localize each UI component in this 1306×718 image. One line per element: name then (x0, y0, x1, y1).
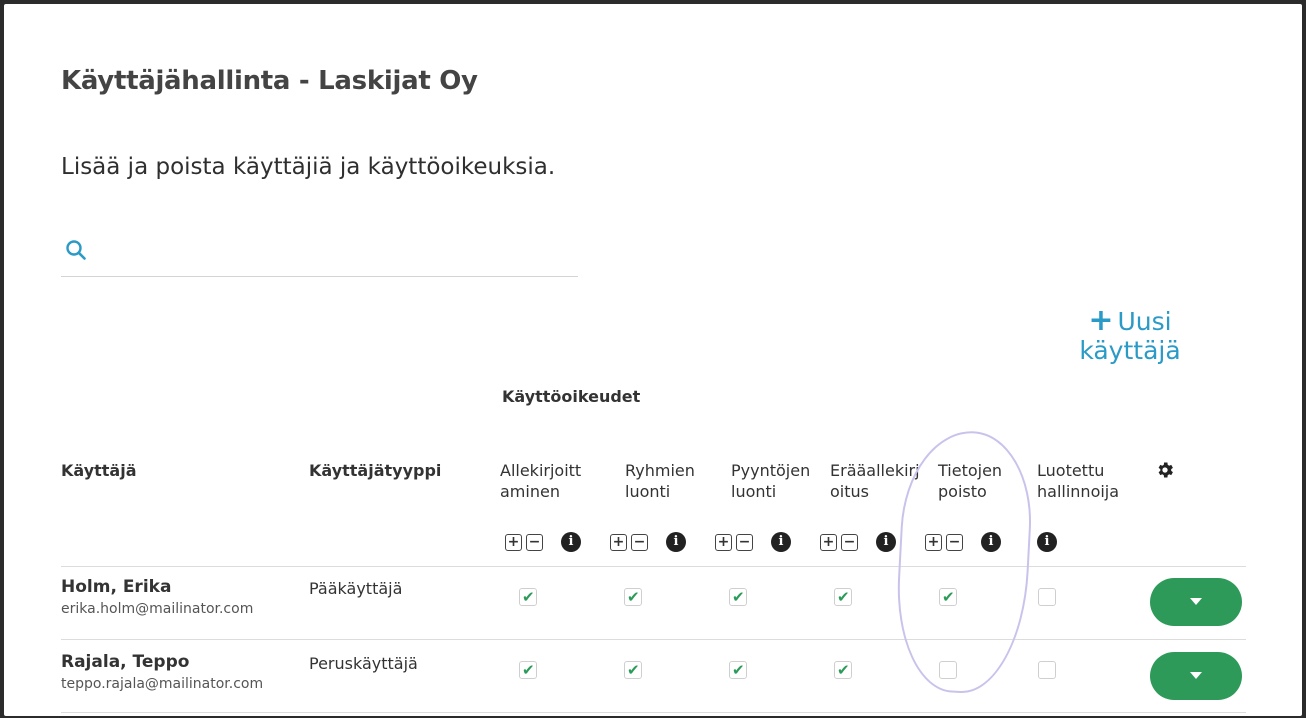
column-header-line: Pyyntöjen (731, 461, 811, 480)
remove-all-button[interactable]: − (841, 533, 858, 551)
column-header-line: poisto (938, 482, 987, 501)
add-all-button[interactable]: + (820, 533, 837, 551)
column-controls-signing: + − i (505, 532, 581, 552)
user-name: Holm, Erika (61, 577, 172, 597)
permission-checkbox[interactable]: ✔ (624, 661, 642, 679)
column-header-trusted-admin: Luotettu hallinnoija (1037, 460, 1119, 502)
checkmark-icon: ✔ (627, 588, 640, 606)
page-subtitle: Lisää ja poista käyttäjiä ja käyttöoikeu… (61, 154, 556, 180)
new-user-label-line1: Uusi (1117, 307, 1172, 336)
search-icon (66, 240, 86, 260)
checkmark-icon: ✔ (732, 588, 745, 606)
remove-all-button[interactable]: − (736, 533, 753, 551)
checkmark-icon: ✔ (732, 661, 745, 679)
info-icon[interactable]: i (666, 532, 686, 552)
add-all-button[interactable]: + (610, 533, 627, 551)
column-header-request-creation: Pyyntöjen luonti (731, 460, 810, 502)
remove-all-button[interactable]: − (631, 533, 648, 551)
caret-down-icon (1190, 672, 1202, 679)
info-icon[interactable]: i (981, 532, 1001, 552)
user-type: Peruskäyttäjä (309, 654, 418, 673)
info-icon[interactable]: i (771, 532, 791, 552)
add-all-button[interactable]: + (925, 533, 942, 551)
checkmark-icon: ✔ (522, 661, 535, 679)
column-header-line: luonti (731, 482, 777, 501)
user-email: erika.holm@mailinator.com (61, 601, 254, 617)
permission-checkbox[interactable]: ✔ (729, 588, 747, 606)
remove-all-button[interactable]: − (946, 533, 963, 551)
permission-checkbox[interactable]: ✔ (519, 661, 537, 679)
row-divider (61, 639, 1246, 640)
add-all-button[interactable]: + (715, 533, 732, 551)
user-name: Rajala, Teppo (61, 652, 190, 672)
user-actions-dropdown-button[interactable] (1150, 652, 1242, 700)
info-icon[interactable]: i (561, 532, 581, 552)
column-header-data-deletion: Tietojen poisto (938, 460, 1002, 502)
column-header-line: oitus (830, 482, 869, 501)
checkmark-icon: ✔ (837, 661, 850, 679)
permission-checkbox[interactable]: ✔ (834, 661, 852, 679)
search-input[interactable] (97, 235, 567, 269)
column-header-line: Luotettu (1037, 461, 1105, 480)
user-management-panel: Käyttäjähallinta - Laskijat Oy Lisää ja … (4, 4, 1302, 716)
checkmark-icon: ✔ (522, 588, 535, 606)
new-user-label-line2: käyttäjä (1079, 336, 1181, 365)
column-controls-batch-signing: + − i (820, 532, 896, 552)
user-type: Pääkäyttäjä (309, 579, 403, 598)
column-header-user-type: Käyttäjätyyppi (309, 461, 442, 480)
column-controls-data-deletion: + − i (925, 532, 1001, 552)
checkmark-icon: ✔ (837, 588, 850, 606)
column-header-group-creation: Ryhmien luonti (625, 460, 695, 502)
column-header-line: Ryhmien (625, 461, 695, 480)
column-controls-request-creation: + − i (715, 532, 791, 552)
plus-icon: + (1088, 303, 1114, 338)
column-header-line: luonti (625, 482, 671, 501)
row-divider (61, 712, 1246, 713)
permission-checkbox[interactable]: ✔ (834, 588, 852, 606)
info-icon[interactable]: i (1037, 532, 1057, 552)
permission-checkbox[interactable]: ✔ (729, 661, 747, 679)
gear-icon[interactable] (1155, 460, 1175, 480)
remove-all-button[interactable]: − (526, 533, 543, 551)
search-bar (61, 229, 578, 277)
column-header-line: Erääallekirj (830, 461, 920, 480)
column-controls-group-creation: + − i (610, 532, 686, 552)
caret-down-icon (1190, 598, 1202, 605)
column-header-line: Tietojen (938, 461, 1003, 480)
column-header-line: hallinnoija (1037, 482, 1120, 501)
permission-checkbox[interactable] (1038, 661, 1056, 679)
permissions-group-label: Käyttöoikeudet (502, 387, 641, 406)
permission-checkbox[interactable]: ✔ (519, 588, 537, 606)
checkmark-icon: ✔ (942, 588, 955, 606)
column-header-signing: Allekirjoitt aminen (500, 460, 581, 502)
permission-checkbox[interactable] (1038, 588, 1056, 606)
column-controls-trusted-admin: i (1037, 532, 1057, 552)
new-user-button[interactable]: + Uusi käyttäjä (1074, 303, 1186, 366)
add-all-button[interactable]: + (505, 533, 522, 551)
permission-checkbox[interactable] (939, 661, 957, 679)
row-divider (61, 566, 1246, 567)
permission-checkbox[interactable]: ✔ (939, 588, 957, 606)
info-icon[interactable]: i (876, 532, 896, 552)
column-header-batch-signing: Erääallekirj oitus (830, 460, 920, 502)
column-header-line: Allekirjoitt (500, 461, 582, 480)
column-header-user: Käyttäjä (61, 461, 137, 480)
page-title: Käyttäjähallinta - Laskijat Oy (61, 66, 478, 96)
user-actions-dropdown-button[interactable] (1150, 578, 1242, 626)
checkmark-icon: ✔ (627, 661, 640, 679)
column-header-line: aminen (500, 482, 560, 501)
permission-checkbox[interactable]: ✔ (624, 588, 642, 606)
user-email: teppo.rajala@mailinator.com (61, 676, 264, 692)
